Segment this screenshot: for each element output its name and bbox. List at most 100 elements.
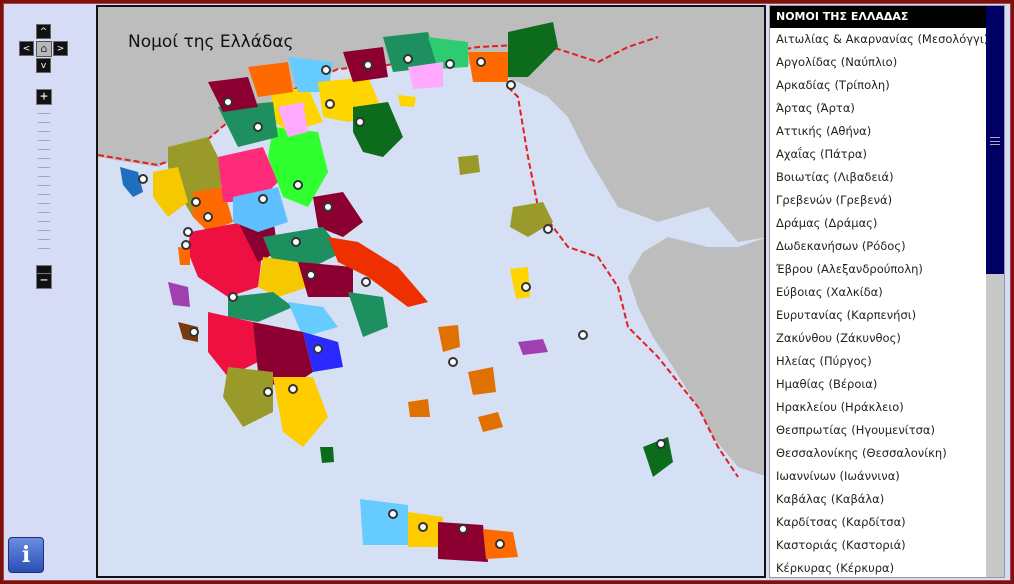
capital-marker[interactable] [263, 387, 273, 397]
region-kythira[interactable] [320, 447, 334, 463]
region-ilia[interactable] [208, 312, 258, 377]
map-panel[interactable]: Νομοί της Ελλάδας [96, 5, 766, 578]
list-item[interactable]: Καστοριάς (Καστοριά) [770, 534, 987, 557]
list-item[interactable]: Έβρου (Αλεξανδρούπολη) [770, 258, 987, 281]
capital-marker[interactable] [418, 522, 428, 532]
home-icon[interactable]: ⌂ [36, 41, 52, 57]
map-canvas[interactable] [98, 7, 766, 578]
zoom-level-tick[interactable] [38, 113, 50, 114]
capital-marker[interactable] [321, 65, 331, 75]
zoom-level-tick[interactable] [38, 194, 50, 195]
list-item[interactable]: Αχαΐας (Πάτρα) [770, 143, 987, 166]
zoom-level-tick[interactable] [38, 131, 50, 132]
capital-marker[interactable] [288, 384, 298, 394]
list-item[interactable]: Κέρκυρας (Κέρκυρα) [770, 557, 987, 577]
list-item[interactable]: Δωδεκανήσων (Ρόδος) [770, 235, 987, 258]
scrollbar-thumb[interactable] [986, 6, 1004, 274]
zoom-level-tick[interactable] [38, 212, 50, 213]
capital-marker[interactable] [361, 277, 371, 287]
list-item[interactable]: Ευρυτανίας (Καρπενήσι) [770, 304, 987, 327]
list-item[interactable]: Αργολίδας (Ναύπλιο) [770, 51, 987, 74]
capital-marker[interactable] [445, 59, 455, 69]
zoom-level-tick[interactable] [38, 140, 50, 141]
capital-marker[interactable] [181, 240, 191, 250]
zoom-level-tick[interactable] [38, 248, 50, 249]
pan-down-button[interactable]: v [36, 58, 51, 73]
region-lemnos[interactable] [458, 155, 480, 175]
zoom-level-tick[interactable] [38, 122, 50, 123]
list-item[interactable]: Θεσσαλονίκης (Θεσσαλονίκη) [770, 442, 987, 465]
list-item[interactable]: Ημαθίας (Βέροια) [770, 373, 987, 396]
capital-marker[interactable] [313, 344, 323, 354]
region-kyklades-2[interactable] [468, 367, 496, 395]
zoom-level-tick[interactable] [38, 230, 50, 231]
capital-marker[interactable] [323, 202, 333, 212]
capital-marker[interactable] [495, 539, 505, 549]
zoom-level-tick[interactable] [38, 158, 50, 159]
zoom-in-button[interactable]: + [36, 89, 52, 105]
capital-marker[interactable] [183, 227, 193, 237]
region-kyklades-1[interactable] [438, 325, 460, 352]
capital-marker[interactable] [543, 224, 553, 234]
region-kyklades-4[interactable] [478, 412, 503, 432]
zoom-level-tick[interactable] [38, 167, 50, 168]
capital-marker[interactable] [656, 439, 666, 449]
list-item[interactable]: Καρδίτσας (Καρδίτσα) [770, 511, 987, 534]
list-item[interactable]: Καβάλας (Καβάλα) [770, 488, 987, 511]
capital-marker[interactable] [403, 54, 413, 64]
capital-marker[interactable] [325, 99, 335, 109]
list-item[interactable]: Ζακύνθου (Ζάκυνθος) [770, 327, 987, 350]
capital-marker[interactable] [293, 180, 303, 190]
list-item[interactable]: Αττικής (Αθήνα) [770, 120, 987, 143]
region-viotia[interactable] [298, 262, 353, 297]
zoom-out-button[interactable]: − [36, 273, 52, 289]
list-item[interactable]: Αιτωλίας & Ακαρνανίας (Μεσολόγγι) [770, 28, 987, 51]
region-chalkidiki[interactable] [353, 102, 403, 157]
info-button[interactable]: i [8, 537, 44, 573]
capital-marker[interactable] [138, 174, 148, 184]
capital-marker[interactable] [578, 330, 588, 340]
list-item[interactable]: Θεσπρωτίας (Ηγουμενίτσα) [770, 419, 987, 442]
region-attiki[interactable] [348, 292, 388, 337]
capital-marker[interactable] [306, 270, 316, 280]
region-thasos[interactable] [398, 95, 416, 107]
capital-marker[interactable] [355, 117, 365, 127]
list-item[interactable]: Γρεβενών (Γρεβενά) [770, 189, 987, 212]
pan-right-button[interactable]: > [53, 41, 68, 56]
capital-marker[interactable] [189, 327, 199, 337]
pan-left-button[interactable]: < [19, 41, 34, 56]
region-samos[interactable] [518, 339, 548, 355]
capital-marker[interactable] [521, 282, 531, 292]
capital-marker[interactable] [228, 292, 238, 302]
zoom-level-tick[interactable] [38, 221, 50, 222]
list-item[interactable]: Εύβοιας (Χαλκίδα) [770, 281, 987, 304]
capital-marker[interactable] [363, 60, 373, 70]
capital-marker[interactable] [258, 194, 268, 204]
capital-marker[interactable] [223, 97, 233, 107]
list-item[interactable]: Ηλείας (Πύργος) [770, 350, 987, 373]
zoom-level-tick[interactable] [38, 149, 50, 150]
region-chania[interactable] [360, 499, 408, 545]
zoom-level-tick[interactable] [38, 203, 50, 204]
capital-marker[interactable] [388, 509, 398, 519]
zoom-level-tick[interactable] [38, 176, 50, 177]
region-lefkada[interactable] [178, 247, 190, 265]
region-xanthi[interactable] [468, 52, 508, 82]
zoom-level-tick[interactable] [38, 185, 50, 186]
list-item[interactable]: Βοιωτίας (Λιβαδειά) [770, 166, 987, 189]
capital-marker[interactable] [458, 524, 468, 534]
region-kefalonia[interactable] [168, 282, 190, 307]
region-kyklades-3[interactable] [408, 399, 430, 417]
capital-marker[interactable] [476, 57, 486, 67]
list-item[interactable]: Άρτας (Άρτα) [770, 97, 987, 120]
zoom-level-tick[interactable] [38, 239, 50, 240]
list-item[interactable]: Αρκαδίας (Τρίπολη) [770, 74, 987, 97]
capital-marker[interactable] [191, 197, 201, 207]
capital-marker[interactable] [203, 212, 213, 222]
list-scrollbar[interactable] [986, 6, 1004, 577]
list-item[interactable]: Δράμας (Δράμας) [770, 212, 987, 235]
capital-marker[interactable] [253, 122, 263, 132]
pan-up-button[interactable]: ^ [36, 24, 51, 39]
capital-marker[interactable] [448, 357, 458, 367]
list-item[interactable]: Ηρακλείου (Ηράκλειο) [770, 396, 987, 419]
